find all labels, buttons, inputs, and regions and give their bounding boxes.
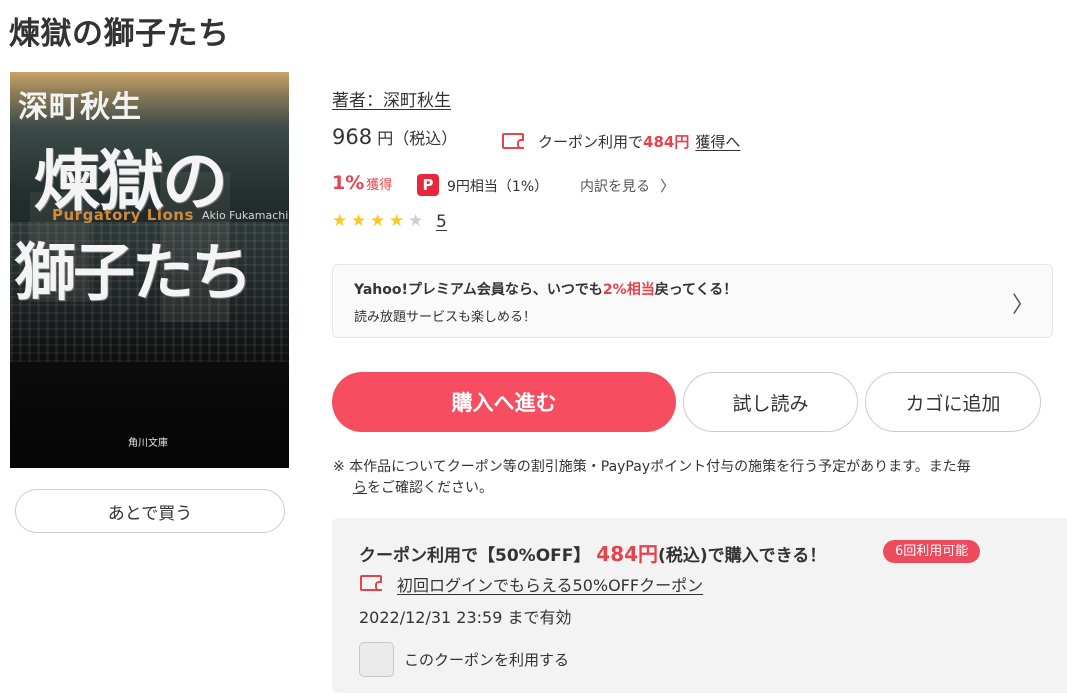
coupon-price: 484円 bbox=[643, 133, 690, 151]
use-coupon-label[interactable]: このクーポンを利用する bbox=[404, 649, 569, 670]
paypay-icon: P bbox=[417, 174, 439, 196]
premium-banner[interactable]: Yahoo!プレミアム会員なら、いつでも2%相当戻ってくる！ 読み放題サービスも… bbox=[332, 264, 1053, 338]
usage-count-badge: 6回利用可能 bbox=[883, 540, 981, 563]
price: 968 円（税込） bbox=[332, 125, 457, 149]
premium-title: Yahoo!プレミアム会員なら、いつでも2%相当戻ってくる！ bbox=[354, 279, 737, 299]
chevron-right-icon: 〉 bbox=[1011, 293, 1034, 318]
coupon-ticket-icon bbox=[502, 133, 524, 149]
price-value: 968 bbox=[332, 125, 373, 149]
points-earned: 1% 獲得 bbox=[332, 172, 392, 194]
cover-title-line-2: 獅子たち bbox=[14, 236, 253, 309]
premium-title-suffix: 戻ってくる！ bbox=[654, 282, 738, 298]
breakdown-label: 内訳を見る bbox=[580, 179, 650, 195]
chevron-right-icon: 〉 bbox=[660, 177, 676, 195]
price-unit: 円（税込） bbox=[377, 129, 458, 148]
earn-label: 獲得 bbox=[366, 178, 393, 193]
earn-percent: 1% bbox=[332, 172, 365, 194]
coupon-info: クーポン利用で484円 獲得へ bbox=[538, 131, 740, 152]
page-title: 煉獄の獅子たち bbox=[9, 16, 230, 52]
star-icon: ★ bbox=[408, 211, 424, 231]
breakdown-link[interactable]: 内訳を見る〉 bbox=[580, 175, 675, 196]
coupon-panel-title-prefix: クーポン利用で【50%OFF】 bbox=[359, 546, 591, 566]
notice-line-2-text: をご確認ください。 bbox=[367, 480, 493, 496]
notice-link[interactable]: ら bbox=[353, 480, 367, 496]
coupon-prefix: クーポン利用で bbox=[538, 133, 644, 151]
premium-title-text: Yahoo!プレミアム会員なら、いつでも bbox=[354, 282, 603, 298]
star-icon: ★ bbox=[370, 211, 386, 231]
author-link[interactable]: 著者：深町秋生 bbox=[332, 86, 451, 111]
sample-read-button[interactable]: 試し読み bbox=[683, 372, 858, 432]
coupon-panel-title: クーポン利用で【50%OFF】 484円(税込)で購入できる！ bbox=[359, 538, 826, 567]
notice-line-2: らをご確認ください。 bbox=[333, 478, 1067, 499]
coupon-ticket-icon bbox=[360, 575, 382, 591]
buy-later-button[interactable]: あとで買う bbox=[15, 489, 285, 533]
rating-stars: ★ ★ ★ ★ ★ bbox=[332, 213, 425, 230]
premium-highlight: 2%相当 bbox=[602, 282, 655, 298]
cover-publisher: 角川文庫 bbox=[128, 438, 168, 449]
coupon-validity: 2022/12/31 23:59 まで有効 bbox=[359, 608, 572, 627]
paypay-amount: 9円相当（1%） bbox=[447, 179, 549, 195]
buy-button[interactable]: 購入へ進む bbox=[332, 372, 676, 432]
star-icon: ★ bbox=[351, 211, 367, 231]
cover-english-author: Akio Fukamachi bbox=[202, 209, 289, 222]
discount-notice: ※ 本作品についてクーポン等の割引施策・PayPayポイント付与の施策を行う予定… bbox=[333, 457, 1067, 499]
add-to-cart-button[interactable]: カゴに追加 bbox=[865, 372, 1041, 432]
book-cover-image[interactable]: 深町秋生 煉獄の Purgatory Lions Akio Fukamachi … bbox=[10, 72, 289, 468]
coupon-panel-price: 484円 bbox=[596, 542, 659, 566]
premium-subtitle: 読み放題サービスも楽しめる！ bbox=[354, 310, 537, 325]
review-count-link[interactable]: 5 bbox=[436, 212, 447, 232]
star-icon: ★ bbox=[389, 211, 405, 231]
coupon-name-link[interactable]: 初回ログインでもらえる50%OFFクーポン bbox=[397, 572, 703, 596]
star-icon: ★ bbox=[332, 211, 348, 231]
coupon-panel: クーポン利用で【50%OFF】 484円(税込)で購入できる！ 6回利用可能 初… bbox=[332, 518, 1067, 693]
use-coupon-checkbox[interactable] bbox=[359, 642, 394, 677]
cover-author: 深町秋生 bbox=[18, 90, 142, 125]
notice-line-1: ※ 本作品についてクーポン等の割引施策・PayPayポイント付与の施策を行う予定… bbox=[333, 459, 971, 475]
coupon-acquire-link[interactable]: 獲得へ bbox=[695, 133, 740, 151]
coupon-panel-title-suffix: (税込)で購入できる！ bbox=[658, 546, 827, 566]
